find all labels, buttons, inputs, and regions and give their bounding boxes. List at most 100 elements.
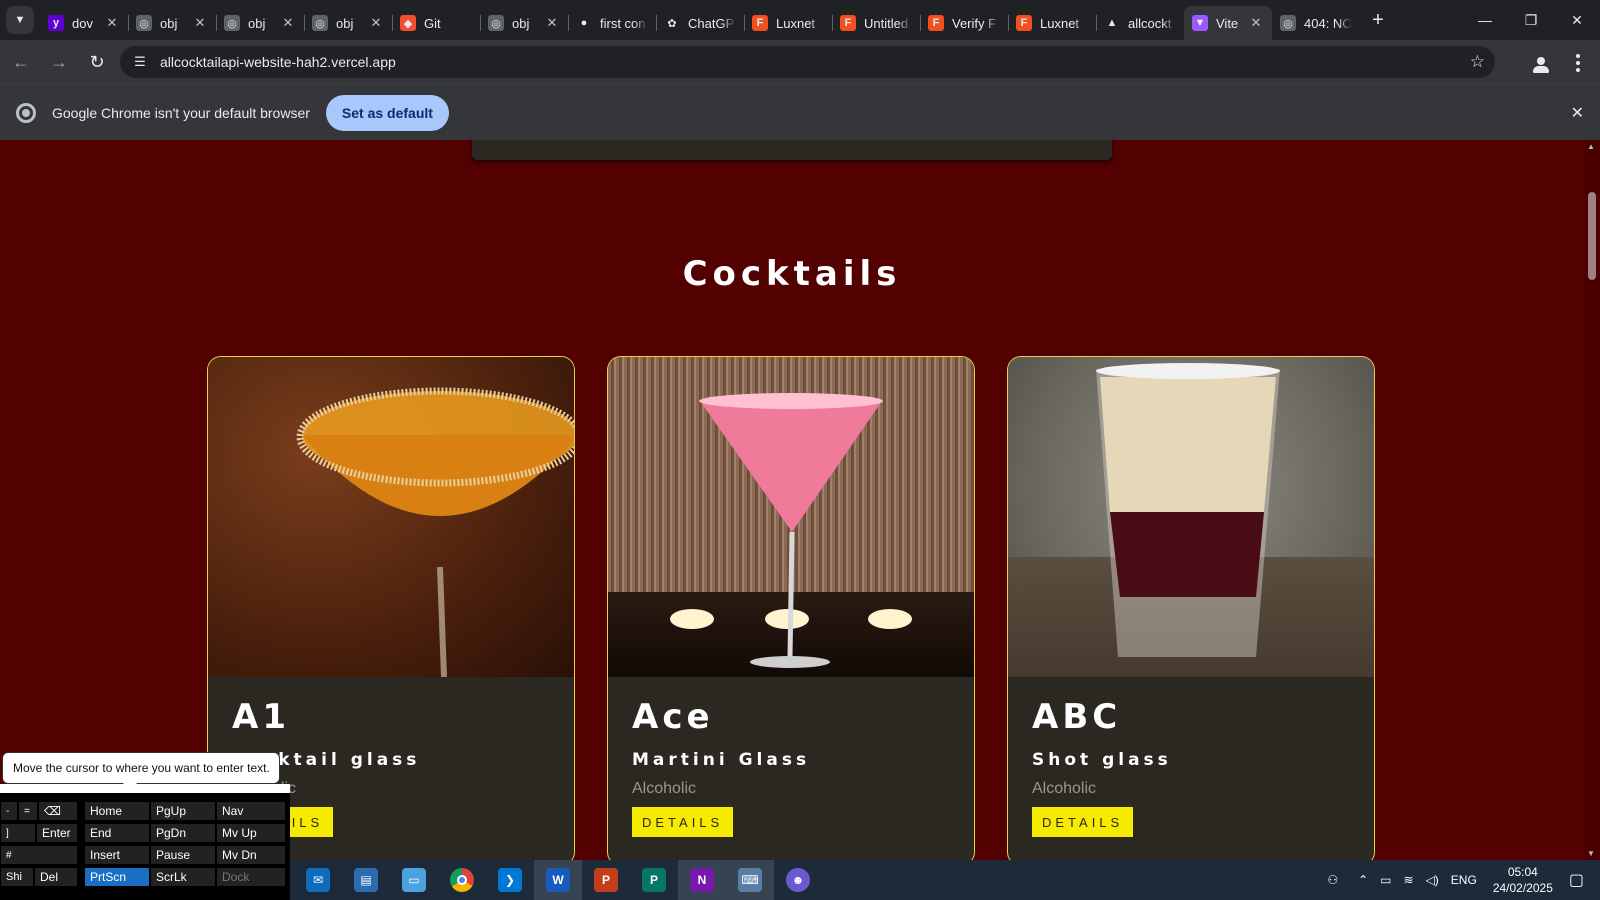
key-shift[interactable]: Shi <box>0 867 34 887</box>
key-pgdn[interactable]: PgDn <box>150 823 216 843</box>
key-minus[interactable]: - <box>0 801 18 821</box>
chrome-menu-button[interactable] <box>1568 50 1588 76</box>
key-mvup[interactable]: Mv Up <box>216 823 286 843</box>
battery-icon[interactable]: ▭ <box>1380 873 1391 887</box>
keyboard-app-button[interactable]: ⌨ <box>726 860 774 900</box>
browser-tab[interactable]: y dov ✕ <box>40 6 128 40</box>
browser-toolbar: ← → ↻ ☰ allcocktailapi-website-hah2.verc… <box>0 40 1600 84</box>
forward-button[interactable]: → <box>42 45 76 79</box>
close-tab-icon[interactable]: ✕ <box>368 15 384 31</box>
explorer-app-button[interactable]: ▤ <box>342 860 390 900</box>
browser-tab[interactable]: ✿ ChatGP <box>656 6 744 40</box>
vite-icon: ▼ <box>1192 15 1208 31</box>
language-indicator[interactable]: ENG <box>1451 873 1477 887</box>
scroll-down-icon[interactable]: ▼ <box>1587 849 1595 858</box>
people-icon[interactable]: ⚇ <box>1327 873 1338 887</box>
key-del[interactable]: Del <box>34 867 78 887</box>
key-dock[interactable]: Dock <box>216 867 286 887</box>
close-tab-icon[interactable]: ✕ <box>104 15 120 31</box>
restore-button[interactable]: ❐ <box>1508 0 1554 40</box>
browser-tab[interactable]: F Untitled <box>832 6 920 40</box>
key-mvdn[interactable]: Mv Dn <box>216 845 286 865</box>
notifications-icon[interactable]: ▢ <box>1569 870 1584 890</box>
key-end[interactable]: End <box>84 823 150 843</box>
system-tray: ⚇ ⌃ ▭ ≋ ◁) ENG 05:04 24/02/2025 ▢ <box>1321 860 1600 900</box>
clock[interactable]: 05:04 24/02/2025 <box>1493 864 1553 896</box>
browser-tab[interactable]: ◆ Git <box>392 6 480 40</box>
close-tab-icon[interactable]: ✕ <box>544 15 560 31</box>
key-enter[interactable]: Enter <box>36 823 78 843</box>
key-pgup[interactable]: PgUp <box>150 801 216 821</box>
page-scrollbar[interactable]: ▲ ▼ <box>1584 140 1600 860</box>
vscode-icon: ❯ <box>498 868 522 892</box>
minimize-button[interactable]: — <box>1462 0 1508 40</box>
close-tab-icon[interactable]: ✕ <box>1248 15 1264 31</box>
word-app-button[interactable]: W <box>534 860 582 900</box>
browser-tab[interactable]: ● first con <box>568 6 656 40</box>
browser-tab[interactable]: F Luxnet <box>744 6 832 40</box>
globe-icon: ◎ <box>312 15 328 31</box>
key-equals[interactable]: = <box>18 801 38 821</box>
chrome-app-button[interactable] <box>438 860 486 900</box>
browser-tab[interactable]: ▲ allcockt <box>1096 6 1184 40</box>
new-tab-button[interactable]: + <box>1364 6 1392 34</box>
close-tab-icon[interactable]: ✕ <box>192 15 208 31</box>
set-as-default-button[interactable]: Set as default <box>325 94 449 131</box>
powerpoint-app-button[interactable]: P <box>582 860 630 900</box>
url-text[interactable]: allcocktailapi-website-hah2.vercel.app <box>160 54 396 70</box>
wifi-icon[interactable]: ≋ <box>1404 873 1414 887</box>
back-button[interactable]: ← <box>4 45 38 79</box>
key-hash[interactable]: # <box>0 845 78 865</box>
browser-tab[interactable]: ▼ Vite ✕ <box>1184 6 1272 40</box>
tab-title: Git <box>424 15 441 31</box>
key-bracket[interactable]: ] <box>0 823 36 843</box>
cocktail-image <box>208 357 574 677</box>
tab-title: 404: NO <box>1304 15 1352 31</box>
figma-icon: F <box>840 15 856 31</box>
figma-icon: F <box>928 15 944 31</box>
browser-tab[interactable]: ◎ obj ✕ <box>128 6 216 40</box>
onenote-app-button[interactable]: N <box>678 860 726 900</box>
key-insert[interactable]: Insert <box>84 845 150 865</box>
chevron-up-icon[interactable]: ⌃ <box>1358 873 1368 887</box>
bookmark-star-icon[interactable]: ☆ <box>1470 52 1485 72</box>
scroll-up-icon[interactable]: ▲ <box>1587 142 1595 151</box>
chat-app-button[interactable]: ☻ <box>774 860 822 900</box>
cocktail-glass-illustration <box>296 387 574 677</box>
key-nav[interactable]: Nav <box>216 801 286 821</box>
close-window-button[interactable]: ✕ <box>1554 0 1600 40</box>
browser-tab[interactable]: F Verify F <box>920 6 1008 40</box>
scrollbar-thumb[interactable] <box>1588 192 1596 280</box>
tab-search-button[interactable]: ▼ <box>6 6 34 34</box>
browser-tab[interactable]: ◎ obj ✕ <box>480 6 568 40</box>
close-tab-icon[interactable]: ✕ <box>280 15 296 31</box>
browser-tab[interactable]: ◎ obj ✕ <box>216 6 304 40</box>
publisher-app-button[interactable]: P <box>630 860 678 900</box>
tab-strip: ▼ y dov ✕ ◎ obj ✕ ◎ obj ✕ ◎ obj ✕ ◆ Git ◎ obj ✕ ● first co… <box>0 0 1600 40</box>
cocktail-name: ABC <box>1032 697 1122 737</box>
clock-time: 05:04 <box>1507 865 1538 879</box>
key-pause[interactable]: Pause <box>150 845 216 865</box>
site-info-icon[interactable]: ☰ <box>126 54 154 70</box>
key-home[interactable]: Home <box>84 801 150 821</box>
previous-section-card <box>472 140 1112 160</box>
browser-tab[interactable]: ◎ obj ✕ <box>304 6 392 40</box>
vercel-icon: ▲ <box>1104 15 1120 31</box>
close-icon[interactable]: ✕ <box>1571 103 1584 123</box>
browser-tab[interactable]: F Luxnet <box>1008 6 1096 40</box>
vscode-app-button[interactable]: ❯ <box>486 860 534 900</box>
key-scrlk[interactable]: ScrLk <box>150 867 216 887</box>
reload-button[interactable]: ↻ <box>80 45 114 79</box>
volume-icon[interactable]: ◁) <box>1426 873 1439 887</box>
details-button[interactable]: DETAILS <box>632 807 734 837</box>
address-bar[interactable]: ☰ allcocktailapi-website-hah2.vercel.app… <box>120 46 1495 78</box>
key-backspace[interactable]: ⌫ <box>38 801 78 821</box>
openai-icon: ✿ <box>664 15 680 31</box>
browser-tab[interactable]: ◎ 404: NO <box>1272 6 1360 40</box>
mail-app-button[interactable]: ✉ <box>294 860 342 900</box>
profile-button[interactable] <box>1528 52 1554 78</box>
details-button[interactable]: DETAILS <box>1032 807 1134 837</box>
remote-app-button[interactable]: ▭ <box>390 860 438 900</box>
key-prtscn[interactable]: PrtScn <box>84 867 150 887</box>
globe-icon: ◎ <box>224 15 240 31</box>
